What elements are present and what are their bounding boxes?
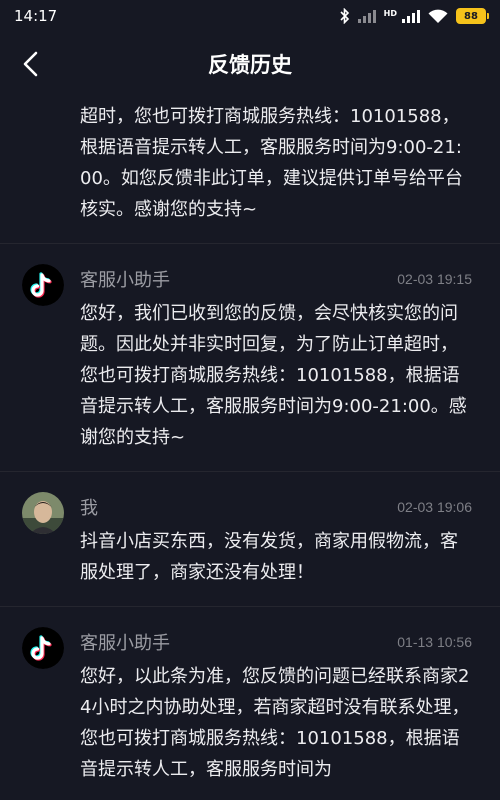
- sender-name: 客服小助手: [80, 270, 170, 291]
- message-time: 02-03 19:06: [397, 499, 472, 515]
- bluetooth-icon: [340, 8, 349, 24]
- status-icons: HD 88: [340, 8, 489, 24]
- message-time: 01-13 10:56: [397, 634, 472, 650]
- user-photo-avatar[interactable]: [22, 492, 64, 534]
- tiktok-logo-avatar[interactable]: [22, 264, 64, 306]
- hd-badge: HD: [383, 9, 397, 18]
- message-text: 您好，我们已收到您的反馈，会尽快核实您的问题。因此处并非实时回复，为了防止订单超…: [80, 303, 467, 448]
- status-time: 14:17: [14, 7, 58, 25]
- status-bar: 14:17 HD 88: [0, 0, 500, 32]
- message-header: 我 02-03 19:06: [80, 490, 472, 524]
- message-item: 时回复，如果后续您有售后问题，为了防止订单超时，您也可拨打商城服务热线：1010…: [0, 96, 500, 244]
- message-item: 我 02-03 19:06 抖音小店买东西，没有发货，商家用假物流，客服处理了，…: [0, 472, 500, 607]
- message-text: 时回复，如果后续您有售后问题，为了防止订单超时，您也可拨打商城服务热线：1010…: [80, 106, 463, 220]
- tiktok-logo-avatar[interactable]: [22, 627, 64, 669]
- message-text: 您好，以此条为准，您反馈的问题已经联系商家24小时之内协助处理，若商家超时没有联…: [80, 666, 470, 780]
- signal-icon-sim1: [357, 9, 376, 23]
- message-header: 客服小助手 02-03 19:15: [80, 262, 472, 296]
- sender-name: 我: [80, 498, 98, 519]
- message-item: 客服小助手 02-03 19:15 您好，我们已收到您的反馈，会尽快核实您的问题…: [0, 244, 500, 472]
- nav-bar: 反馈历史: [0, 32, 500, 96]
- message-time: 02-03 19:15: [397, 271, 472, 287]
- signal-icon-sim2: [402, 9, 420, 23]
- wifi-icon: [428, 9, 448, 23]
- message-item: 客服小助手 01-13 10:56 您好，以此条为准，您反馈的问题已经联系商家2…: [0, 607, 500, 800]
- sender-name: 客服小助手: [80, 633, 170, 654]
- battery-level: 88: [464, 10, 478, 22]
- message-text: 抖音小店买东西，没有发货，商家用假物流，客服处理了，商家还没有处理！: [80, 531, 458, 583]
- feedback-history-list[interactable]: 时回复，如果后续您有售后问题，为了防止订单超时，您也可拨打商城服务热线：1010…: [0, 96, 500, 800]
- chevron-left-icon[interactable]: [18, 50, 46, 78]
- message-header: 客服小助手 01-13 10:56: [80, 625, 472, 659]
- page-title: 反馈历史: [208, 53, 292, 77]
- battery-icon: 88: [456, 8, 489, 24]
